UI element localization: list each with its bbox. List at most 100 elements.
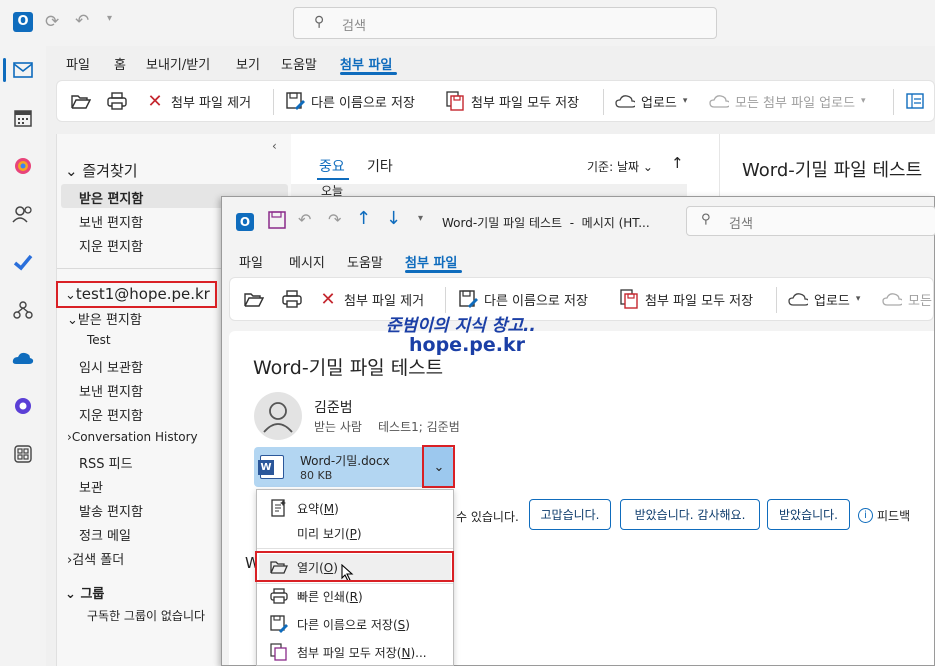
customize-toolbar-icon[interactable]: ▾ bbox=[418, 213, 423, 224]
search-box[interactable]: ⚲ 검색 bbox=[293, 7, 717, 39]
previous-item-icon[interactable]: ↑ bbox=[356, 208, 371, 229]
tab-other[interactable]: 기타 bbox=[367, 156, 393, 176]
search-icon: ⚲ bbox=[314, 14, 325, 30]
chevron-down-icon: ⌄ bbox=[65, 162, 78, 180]
chevron-down-icon: ⌄ bbox=[65, 587, 76, 602]
save-all-attachments-button[interactable]: 첨부 파일 모두 저장 bbox=[619, 289, 753, 309]
tab-help[interactable]: 도움말 bbox=[347, 252, 383, 271]
word-doc-icon: W bbox=[258, 455, 284, 479]
info-icon: i bbox=[858, 508, 873, 523]
folder-search[interactable]: ›검색 폴더 bbox=[67, 549, 124, 568]
collapse-pane-icon[interactable]: ‹ bbox=[272, 139, 277, 153]
tab-view[interactable]: 보기 bbox=[236, 54, 260, 73]
upload-all-label: 모든 bbox=[908, 293, 932, 309]
folder-outbox[interactable]: 발송 편지함 bbox=[79, 501, 143, 520]
more-apps-icon[interactable] bbox=[11, 442, 35, 466]
folder-sent[interactable]: 보낸 편지함 bbox=[79, 381, 143, 400]
more-ribbon-button[interactable] bbox=[905, 91, 925, 111]
ribbon-divider bbox=[893, 89, 894, 115]
popup-search-box[interactable]: ⚲ 검색 bbox=[686, 206, 935, 236]
quick-print-label: 빠른 인쇄 bbox=[297, 589, 345, 604]
folder-inbox[interactable]: ⌄받은 편지함 bbox=[67, 309, 142, 328]
save-as-button[interactable]: 다른 이름으로 저장 bbox=[458, 289, 588, 309]
folder-junk[interactable]: 정크 메일 bbox=[79, 525, 131, 544]
copilot-icon[interactable] bbox=[11, 154, 35, 178]
favorites-header[interactable]: ⌄ 즐겨찾기 bbox=[65, 160, 138, 181]
remove-attachment-button[interactable]: ✕ 첨부 파일 제거 bbox=[145, 91, 251, 112]
sender-name[interactable]: 김준범 bbox=[314, 397, 353, 417]
remove-attachment-button[interactable]: ✕ 첨부 파일 제거 bbox=[318, 289, 424, 310]
favorite-deleted[interactable]: 지운 편지함 bbox=[79, 236, 143, 255]
tab-message[interactable]: 메시지 bbox=[289, 252, 325, 271]
quick-reply-received[interactable]: 받았습니다. bbox=[767, 499, 850, 530]
favorite-inbox[interactable]: 받은 편지함 bbox=[79, 188, 143, 207]
tab-file[interactable]: 파일 bbox=[239, 252, 263, 271]
quick-reply-thanks[interactable]: 고맙습니다. bbox=[529, 499, 611, 530]
sort-dropdown[interactable]: 기준: 날짜 ⌄ bbox=[587, 158, 653, 175]
save-as-button[interactable]: 다른 이름으로 저장 bbox=[285, 91, 415, 111]
tab-file[interactable]: 파일 bbox=[66, 54, 90, 73]
sync-icon[interactable]: ⟳ bbox=[45, 12, 59, 32]
tab-attachments[interactable]: 첨부 파일 bbox=[405, 252, 457, 271]
menu-item-preview[interactable]: 미리 보기(P) bbox=[297, 525, 362, 542]
folder-rss[interactable]: RSS 피드 bbox=[79, 453, 133, 472]
menu-item-summarize[interactable]: 요약(M) bbox=[269, 498, 339, 518]
upload-all-button[interactable]: 모든 bbox=[882, 289, 932, 309]
favorites-title: 즐겨찾기 bbox=[82, 162, 138, 180]
calendar-icon[interactable] bbox=[11, 106, 35, 130]
folder-archive[interactable]: 보관 bbox=[79, 477, 103, 496]
onedrive-icon[interactable] bbox=[11, 346, 35, 370]
open-folder-button[interactable] bbox=[244, 289, 264, 309]
customize-toolbar-icon[interactable]: ▾ bbox=[107, 13, 112, 24]
tab-home[interactable]: 홈 bbox=[114, 54, 126, 73]
navigation-rail bbox=[0, 46, 46, 666]
tab-send-receive[interactable]: 보내기/받기 bbox=[146, 54, 210, 73]
print-button[interactable] bbox=[282, 289, 302, 309]
preview-shortcut: P bbox=[349, 527, 357, 541]
menu-item-quick-print[interactable]: 빠른 인쇄(R) bbox=[269, 586, 363, 606]
outlook-logo-icon: O bbox=[236, 213, 254, 231]
upload-all-button[interactable]: 모든 첨부 파일 업로드 ▾ bbox=[709, 91, 866, 111]
mail-icon[interactable] bbox=[11, 58, 35, 82]
redo-icon[interactable]: ↷ bbox=[328, 210, 341, 229]
tab-attachments[interactable]: 첨부 파일 bbox=[340, 54, 392, 73]
sender-avatar[interactable] bbox=[254, 392, 302, 440]
message-ribbon: ✕ 첨부 파일 제거 다른 이름으로 저장 첨부 파일 모두 저장 업로드 ▾ 모든 bbox=[229, 277, 934, 321]
folder-conversation-history[interactable]: ›Conversation History bbox=[67, 430, 198, 444]
groups-header[interactable]: ⌄ 그룹 bbox=[65, 583, 104, 602]
save-as-icon bbox=[285, 91, 305, 111]
undo-icon[interactable]: ↶ bbox=[75, 11, 89, 31]
folder-deleted[interactable]: 지운 편지함 bbox=[79, 405, 143, 424]
open-folder-button[interactable] bbox=[71, 91, 91, 111]
folder-test[interactable]: Test bbox=[87, 333, 111, 347]
attachment-name: Word-기밀.docx bbox=[300, 454, 390, 468]
next-item-icon[interactable]: ↓ bbox=[386, 208, 401, 229]
people-icon[interactable] bbox=[11, 202, 35, 226]
menu-item-save-as[interactable]: 다른 이름으로 저장(S) bbox=[269, 614, 410, 634]
upload-button[interactable]: 업로드 ▾ bbox=[788, 289, 860, 309]
upload-button[interactable]: 업로드 ▾ bbox=[615, 91, 687, 111]
save-as-menu-label: 다른 이름으로 저장 bbox=[297, 617, 393, 632]
quick-reply-received-thanks[interactable]: 받았습니다. 감사해요. bbox=[620, 499, 760, 530]
save-all-attachments-button[interactable]: 첨부 파일 모두 저장 bbox=[445, 91, 579, 111]
folder-drafts[interactable]: 임시 보관함 bbox=[79, 357, 143, 376]
feedback-button[interactable]: i 피드백 bbox=[858, 507, 910, 524]
tab-focused[interactable]: 중요 bbox=[319, 156, 345, 176]
save-all-icon bbox=[619, 289, 639, 309]
print-button[interactable] bbox=[107, 91, 127, 111]
groups-empty-text: 구독한 그룹이 없습니다 bbox=[87, 609, 206, 623]
favorite-sent[interactable]: 보낸 편지함 bbox=[79, 212, 143, 231]
todo-icon[interactable] bbox=[11, 250, 35, 274]
undo-icon[interactable]: ↶ bbox=[298, 210, 311, 229]
org-explorer-icon[interactable] bbox=[11, 298, 35, 322]
loop-icon[interactable] bbox=[11, 394, 35, 418]
attachment-card[interactable]: W Word-기밀.docx 80 KB bbox=[254, 447, 424, 487]
save-icon[interactable] bbox=[268, 211, 286, 233]
cloud-upload-icon bbox=[709, 91, 729, 111]
layout-icon bbox=[905, 91, 925, 111]
cloud-icon bbox=[788, 289, 808, 309]
tab-help[interactable]: 도움말 bbox=[281, 54, 317, 73]
sort-direction-icon[interactable]: ↑ bbox=[671, 154, 684, 172]
message-subject: Word-기밀 파일 테스트 bbox=[253, 357, 444, 379]
menu-item-save-all[interactable]: 첨부 파일 모두 저장(N)... bbox=[269, 642, 427, 662]
